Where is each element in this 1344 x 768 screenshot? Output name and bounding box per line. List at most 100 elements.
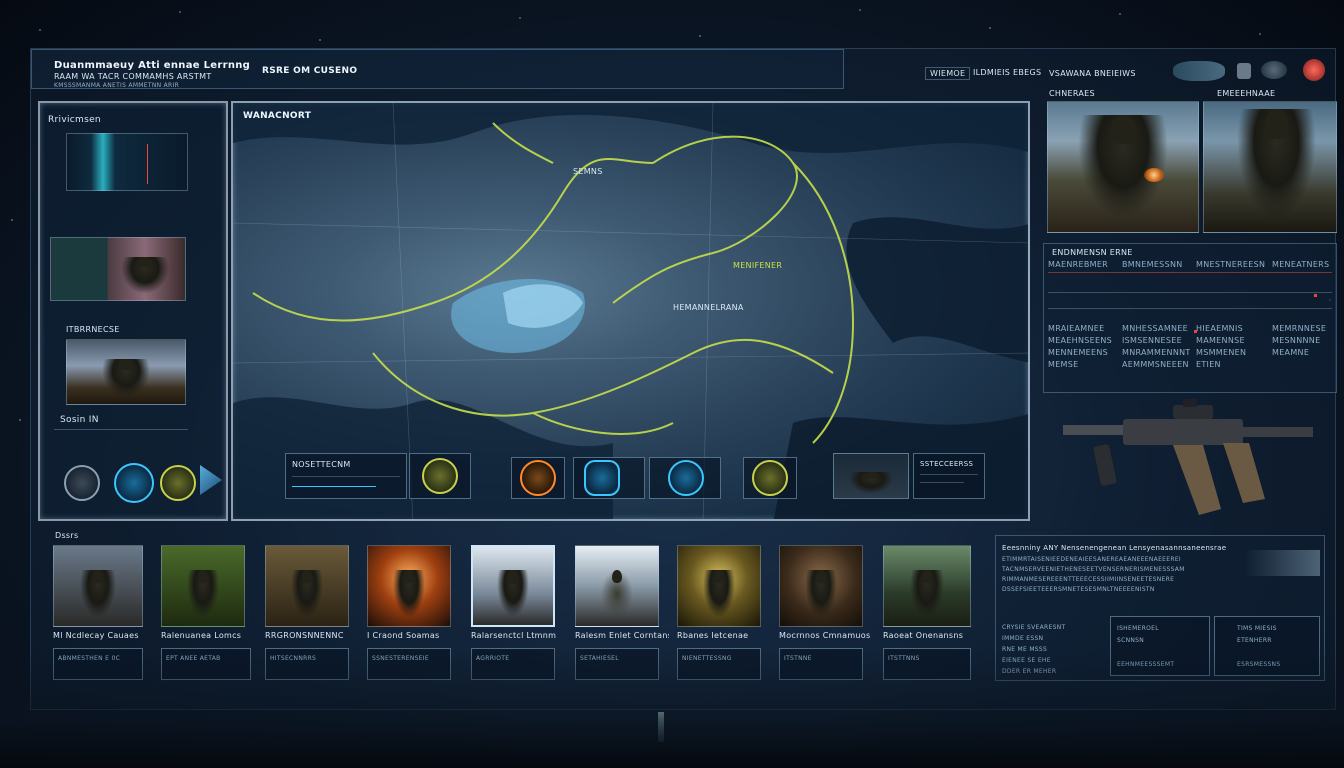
roster-portrait xyxy=(779,545,863,627)
header-label-b[interactable]: ILDMIEIS EBEGS xyxy=(969,67,1045,78)
vehicle-icon xyxy=(848,471,894,494)
stats-cell: MNHESSAMNEE xyxy=(1122,324,1189,333)
stats-cell: MENEATNERS xyxy=(1272,260,1330,269)
recon-photo-2[interactable] xyxy=(66,339,186,405)
roster-portrait xyxy=(161,545,245,627)
unit-emblem-1[interactable] xyxy=(64,465,100,501)
map-tool-emblem-2[interactable] xyxy=(743,457,797,499)
roster-sub-text: SSNESTERENSEIE xyxy=(372,655,429,662)
stats-cell xyxy=(1272,360,1332,372)
left-panel: Rrivicmsen ITBRRNECSE Sosin IN xyxy=(38,101,228,521)
map-tool-recon[interactable] xyxy=(833,453,909,499)
roster-sub: EPT ANEE AETAB xyxy=(161,648,251,680)
map-tool-data-label: SSTECCEERSS xyxy=(920,460,974,468)
roster-card[interactable]: Raoeat Onenansns ITSTTNNS xyxy=(883,545,975,680)
map-tool-orange[interactable] xyxy=(511,457,565,499)
alert-icon[interactable] xyxy=(1303,59,1325,81)
header-title-sub: RAAM WA TACR COMMAMHS ARSTMT xyxy=(54,72,212,81)
roster-card[interactable]: Ralesm Enlet Corntans SETAHIESEL xyxy=(575,545,669,680)
header-title: Duanmmaeuy Atti ennae Lerrnng xyxy=(54,60,251,71)
left-panel-bottom-label: Sosin IN xyxy=(60,415,99,425)
roster-name: Rbanes Ietcenae xyxy=(677,631,749,640)
helmet-icon[interactable] xyxy=(1261,61,1287,79)
stats-cell: MENNEMEENS xyxy=(1048,348,1109,357)
roster-card[interactable]: Ralenuanea Lomcs EPT ANEE AETAB xyxy=(161,545,255,680)
map-region-label: MENIFENER xyxy=(733,261,783,270)
roster-name: I Craond Soamas xyxy=(367,631,440,640)
header-status: RSRE OM CUSENO xyxy=(262,66,358,76)
roster-card[interactable]: Mocrnnos Cmnamuos ITSTNNE xyxy=(779,545,873,680)
stats-cell: MNRAMMENNNT xyxy=(1122,348,1190,357)
stats-row: MRAIEAMNEE MNHESSAMNEE HIEAEMNIS MEMRNNE… xyxy=(1048,324,1334,336)
roster-sub-text: EPT ANEE AETAB xyxy=(166,655,221,662)
cam-label-a: CHNERAES xyxy=(1049,89,1095,98)
roster-name: Mocrnnos Cmnamuos xyxy=(779,631,871,640)
roster-name: Ml Ncdlecay Cauaes xyxy=(53,631,139,640)
sonar-icon xyxy=(668,460,704,496)
header-label-a[interactable]: WIEMOE xyxy=(925,67,971,80)
live-camera-1[interactable] xyxy=(1047,101,1199,233)
info-panel: Eeesnniny ANY Nensenengenean Lensyenasan… xyxy=(995,535,1325,681)
roster-sub: HITSECNNRRS xyxy=(265,648,349,680)
info-block-b[interactable]: ISHEMEROEL SCNNSN EEHNMEESSSEMT xyxy=(1110,616,1210,676)
info-block-a: CRYSIE SVEARESNT IMMDE ESSN RNE ME MSSS … xyxy=(1002,624,1106,679)
info-line: DSSEFSIEETEEERSMNETESESMNLTNEEEENISTN xyxy=(1002,586,1155,593)
radar-icon[interactable] xyxy=(200,465,222,495)
recon-photo-1[interactable] xyxy=(50,237,186,301)
info-block-line: IMMDE ESSN xyxy=(1002,635,1044,642)
signal-scope xyxy=(66,133,188,191)
target-icon xyxy=(520,460,556,496)
roster-name: Ralesm Enlet Corntans xyxy=(575,631,669,640)
map-tool-scan-2[interactable] xyxy=(649,457,721,499)
tactical-map[interactable]: WANACNORT SEMNS HEMANNELRANA MENIFENER N… xyxy=(231,101,1030,521)
stats-cell: MEMRNNESE xyxy=(1272,324,1327,333)
command-frame: Duanmmaeuy Atti ennae Lerrnng RAAM WA TA… xyxy=(30,48,1337,710)
info-block-c[interactable]: TIMS MIESIS ETENHERR ESRSMESSNS xyxy=(1214,616,1320,676)
roster-sub-text: ITSTTNNS xyxy=(888,655,920,662)
map-tool-emblem[interactable] xyxy=(409,453,471,499)
map-tool-readout[interactable]: NOSETTECNM xyxy=(285,453,407,499)
info-block-line: RNE ME MSSS xyxy=(1002,646,1048,653)
left-panel-mid-label: ITBRRNECSE xyxy=(66,325,120,334)
info-block-line: TIMS MIESIS xyxy=(1237,625,1277,632)
roster-name: Ralarsenctcl Ltmnm xyxy=(471,631,557,640)
roster-portrait xyxy=(677,545,761,627)
unit-emblem-3[interactable] xyxy=(160,465,196,501)
roster-portrait xyxy=(575,545,659,627)
live-camera-2[interactable] xyxy=(1203,101,1337,233)
roster-portrait xyxy=(367,545,451,627)
map-tool-scan[interactable] xyxy=(573,457,645,499)
roster-sub: SETAHIESEL xyxy=(575,648,659,680)
squad-icon xyxy=(752,460,788,496)
shield-icon[interactable] xyxy=(1237,63,1251,79)
aircraft-icon[interactable] xyxy=(1173,61,1225,81)
roster-card[interactable]: Ralarsenctcl Ltmnm AGRRIOTE xyxy=(471,545,571,680)
unit-emblem-2[interactable] xyxy=(114,463,154,503)
roster-sub: ITSTTNNS xyxy=(883,648,971,680)
roster-sub-text: ITSTNNE xyxy=(784,655,812,662)
info-block-line: ESRSMESSNS xyxy=(1237,661,1281,668)
map-tool-readout-label: NOSETTECNM xyxy=(292,460,351,469)
roster-card[interactable]: RRGRONSNNENNC HITSECNNRRS xyxy=(265,545,359,680)
roster-card[interactable]: Ml Ncdlecay Cauaes ABNMESTHEN E 0C xyxy=(53,545,147,680)
stats-title: ENDNMENSN ERNE xyxy=(1052,248,1133,257)
header-bar: Duanmmaeuy Atti ennae Lerrnng RAAM WA TA… xyxy=(31,49,844,89)
roster-card[interactable]: Rbanes Ietcenae NIENETTESSNG xyxy=(677,545,771,680)
roster-sub: AGRRIOTE xyxy=(471,648,555,680)
cam-label-b: EMEEEHNAAE xyxy=(1217,89,1276,98)
roster-portrait xyxy=(471,545,555,627)
stats-cell: ISMSENNESEE xyxy=(1122,336,1182,345)
map-tool-data[interactable]: SSTECCEERSS xyxy=(913,453,985,499)
stats-row: MENNEMEENS MNRAMMENNNT MSMMENEN MEAMNE xyxy=(1048,348,1334,360)
stats-cell: HIEAEMNIS xyxy=(1196,324,1243,333)
info-block-line: CRYSIE SVEARESNT xyxy=(1002,624,1066,631)
stats-panel: ENDNMENSN ERNE MAENREBMER BMNEMESSNN MNE… xyxy=(1043,243,1337,393)
rifle-icon[interactable] xyxy=(1053,399,1323,529)
roster-row: Ml Ncdlecay Cauaes ABNMESTHEN E 0C Ralen… xyxy=(53,545,973,685)
roster-card[interactable]: I Craond Soamas SSNESTERENSEIE xyxy=(367,545,461,680)
map-route-label: SEMNS xyxy=(573,167,603,176)
stats-cell: MRAIEAMNEE xyxy=(1048,324,1105,333)
roster-sub: ABNMESTHEN E 0C xyxy=(53,648,143,680)
roster-sub: NIENETTESSNG xyxy=(677,648,761,680)
stats-cell: MEAEHNSEENS xyxy=(1048,336,1113,345)
